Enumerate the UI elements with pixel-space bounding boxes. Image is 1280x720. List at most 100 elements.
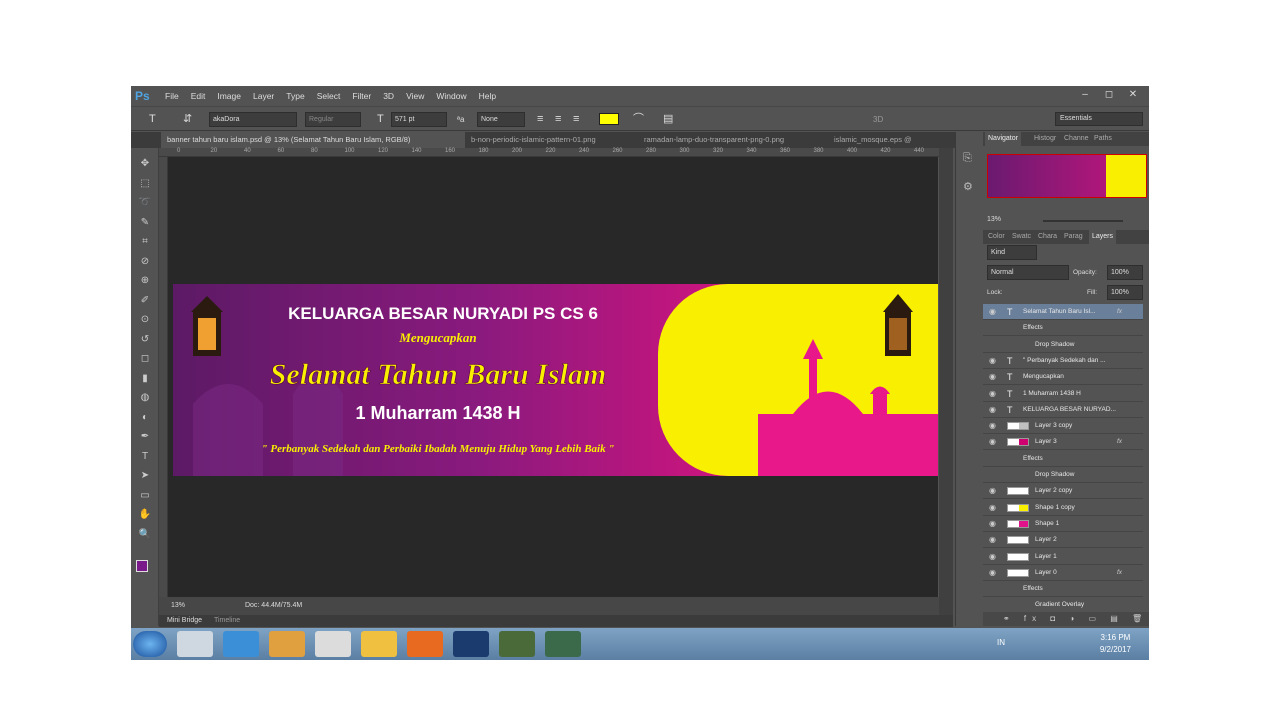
actions-icon[interactable]: ⚙ <box>963 180 973 193</box>
tab-swatches[interactable]: Swatc <box>1009 230 1034 244</box>
layer-row[interactable]: ◉ Shape 1 <box>983 516 1143 532</box>
visibility-eye-icon[interactable]: ◉ <box>989 500 996 516</box>
navigator-zoom-slider[interactable] <box>1043 220 1123 222</box>
zoom-tool-icon[interactable]: 🔍 <box>137 527 153 543</box>
banner-line4[interactable]: 1 Muharram 1438 H <box>355 403 520 423</box>
warp-text-icon[interactable]: ⌒ <box>633 112 644 127</box>
shape-tool-icon[interactable]: ▭ <box>137 488 153 504</box>
eyedropper-tool-icon[interactable]: ⊘ <box>137 254 153 270</box>
layer-row[interactable]: ◉ Layer 3 copy <box>983 418 1143 435</box>
firefox-taskbar-icon[interactable] <box>407 631 443 657</box>
menu-image[interactable]: Image <box>217 91 241 101</box>
history-brush-tool-icon[interactable]: ↺ <box>137 332 153 348</box>
layer-row[interactable]: ◉ Layer 3 fx <box>983 434 1143 451</box>
tool-taskbar-icon[interactable] <box>361 631 397 657</box>
stamp-tool-icon[interactable]: ⊙ <box>137 312 153 328</box>
hand-tool-icon[interactable]: ✋ <box>137 507 153 523</box>
pen-tool-icon[interactable]: ✒ <box>137 429 153 445</box>
menu-help[interactable]: Help <box>479 91 496 101</box>
eraser-tool-icon[interactable]: ◻ <box>137 351 153 367</box>
navigator-preview[interactable] <box>987 154 1147 198</box>
menu-window[interactable]: Window <box>436 91 466 101</box>
banner-artwork[interactable]: KELUARGA BESAR NURYADI PS CS 6 Mengucapk… <box>173 284 938 476</box>
layer-row[interactable]: Drop Shadow <box>983 467 1143 483</box>
layer-row[interactable]: Effects <box>983 320 1143 337</box>
menu-3d[interactable]: 3D <box>383 91 394 101</box>
layer-fx-icon[interactable]: fx <box>1117 304 1122 320</box>
layer-row[interactable]: Effects <box>983 581 1143 598</box>
layer-row[interactable]: ◉ T Mengucapkan <box>983 369 1143 386</box>
tab-timeline[interactable]: Timeline <box>214 617 240 624</box>
layer-row[interactable]: Gradient Overlay <box>983 597 1143 612</box>
gradient-tool-icon[interactable]: ▮ <box>137 371 153 387</box>
maximize-button[interactable]: ◻ <box>1099 88 1119 101</box>
path-select-tool-icon[interactable]: ➤ <box>137 468 153 484</box>
counter-taskbar-icon[interactable] <box>315 631 351 657</box>
visibility-eye-icon[interactable]: ◉ <box>989 353 996 369</box>
menu-type[interactable]: Type <box>286 91 304 101</box>
tab-pattern[interactable]: b-non-periodic-islamic-pattern-01.png <box>465 132 631 148</box>
layer-row[interactable]: ◉ T Selamat Tahun Baru Isl... fx <box>983 304 1143 320</box>
menu-view[interactable]: View <box>406 91 424 101</box>
tab-character[interactable]: Chara <box>1035 230 1060 244</box>
layer-row[interactable]: ◉ Layer 2 <box>983 532 1143 549</box>
blur-tool-icon[interactable]: ◍ <box>137 390 153 406</box>
layer-row[interactable]: ◉ Layer 0 fx <box>983 565 1143 581</box>
tab-channels[interactable]: Channe <box>1061 132 1092 146</box>
layer-row[interactable]: ◉ Layer 2 copy <box>983 483 1143 500</box>
visibility-eye-icon[interactable]: ◉ <box>989 483 996 499</box>
blend-mode-select[interactable]: Normal <box>987 265 1069 280</box>
banner-line3[interactable]: Selamat Tahun Baru Islam <box>269 358 607 392</box>
tab-mosque[interactable]: islamic_mosque.eps @ <box>828 132 953 148</box>
visibility-eye-icon[interactable]: ◉ <box>989 386 996 402</box>
app-taskbar-icon[interactable] <box>499 631 535 657</box>
media-taskbar-icon[interactable] <box>269 631 305 657</box>
banner-line1[interactable]: KELUARGA BESAR NURYADI PS CS 6 <box>288 304 598 323</box>
close-button[interactable]: ✕ <box>1123 88 1143 101</box>
tab-banner[interactable]: banner tahun baru islam.psd @ 13% (Selam… <box>161 132 465 148</box>
crop-tool-icon[interactable]: ⌗ <box>137 234 153 250</box>
dodge-tool-icon[interactable]: ◐ <box>137 410 153 426</box>
banner-line2[interactable]: Mengucapkan <box>398 330 476 345</box>
layer-row[interactable]: ◉ T 1 Muharram 1438 H <box>983 386 1143 402</box>
three-d-label[interactable]: 3D <box>873 112 883 127</box>
font-style-select[interactable]: Regular <box>305 112 361 127</box>
visibility-eye-icon[interactable]: ◉ <box>989 549 996 565</box>
align-right-icon[interactable]: ≡ <box>573 112 579 127</box>
tab-lamp[interactable]: ramadan-lamp-duo-transparent-png-0.png <box>638 132 814 148</box>
clock[interactable]: 3:16 PM 9/2/2017 <box>1100 632 1131 656</box>
menu-edit[interactable]: Edit <box>191 91 206 101</box>
history-icon[interactable]: ⎘ <box>963 152 972 165</box>
ie-taskbar-icon[interactable] <box>223 631 259 657</box>
app2-taskbar-icon[interactable] <box>545 631 581 657</box>
character-panel-icon[interactable]: ▤ <box>663 112 673 127</box>
layer-row[interactable]: Effects <box>983 451 1143 467</box>
menu-filter[interactable]: Filter <box>352 91 371 101</box>
marquee-tool-icon[interactable]: ⬚ <box>137 176 153 192</box>
visibility-eye-icon[interactable]: ◉ <box>989 434 996 450</box>
menu-file[interactable]: File <box>165 91 179 101</box>
layer-row[interactable]: ◉ T KELUARGA BESAR NURYAD... <box>983 402 1143 418</box>
align-center-icon[interactable]: ≡ <box>555 112 561 127</box>
orientation-toggle-icon[interactable]: ⇵ <box>183 112 192 127</box>
layers-footer-icons[interactable]: ⚭ fx ◘ ◑ ▭ ▤ 🗑 <box>983 612 1149 626</box>
visibility-eye-icon[interactable]: ◉ <box>989 369 996 385</box>
visibility-eye-icon[interactable]: ◉ <box>989 565 996 581</box>
visibility-eye-icon[interactable]: ◉ <box>989 402 996 418</box>
navigator-zoom[interactable]: 13% <box>987 216 1001 223</box>
text-color-swatch[interactable] <box>599 113 619 125</box>
healing-tool-icon[interactable]: ⊕ <box>137 273 153 289</box>
start-button[interactable] <box>133 631 167 657</box>
language-indicator[interactable]: IN <box>997 638 1005 647</box>
visibility-eye-icon[interactable]: ◉ <box>989 516 996 532</box>
visibility-eye-icon[interactable]: ◉ <box>989 532 996 548</box>
layer-row[interactable]: ◉ Layer 1 <box>983 549 1143 565</box>
tab-mini-bridge[interactable]: Mini Bridge <box>167 617 202 624</box>
tab-paragraph[interactable]: Parag <box>1061 230 1086 244</box>
type-tool-icon[interactable]: T <box>137 449 153 465</box>
move-tool-icon[interactable]: ✥ <box>137 156 153 172</box>
zoom-level[interactable]: 13% <box>171 602 185 609</box>
tab-layers[interactable]: Layers <box>1089 230 1117 244</box>
workspace-select[interactable]: Essentials <box>1055 112 1143 126</box>
visibility-eye-icon[interactable]: ◉ <box>989 304 996 320</box>
